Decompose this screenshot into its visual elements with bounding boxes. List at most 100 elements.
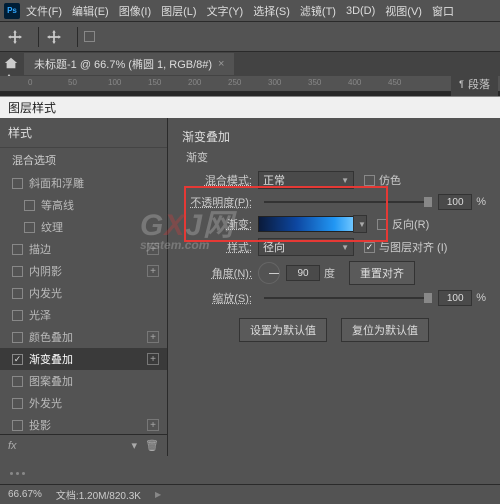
gradient-label: 渐变: [182, 216, 252, 232]
style-checkbox[interactable] [12, 288, 23, 299]
opacity-label: 不透明度(P): [182, 194, 252, 210]
style-checkbox[interactable] [12, 376, 23, 387]
style-item-label: 内阴影 [29, 263, 62, 279]
style-item-label: 纹理 [41, 219, 63, 235]
style-checkbox[interactable] [12, 332, 23, 343]
menu-edit[interactable]: 编辑(E) [72, 3, 109, 19]
style-item-1[interactable]: 等高线 [0, 194, 167, 216]
style-item-7[interactable]: 颜色叠加 + [0, 326, 167, 348]
style-checkbox[interactable] [12, 310, 23, 321]
menu-image[interactable]: 图像(I) [119, 3, 151, 19]
menu-file[interactable]: 文件(F) [26, 3, 62, 19]
align-checkbox[interactable]: ✓ [364, 242, 375, 253]
style-item-label: 等高线 [41, 197, 74, 213]
gradient-overlay-options: 渐变叠加 渐变 混合模式: 正常▼ 仿色 不透明度(P): % 渐变: ▼ 反 [168, 118, 500, 456]
style-checkbox[interactable] [12, 420, 23, 431]
reset-default-button[interactable]: 复位为默认值 [341, 318, 429, 342]
angle-dial[interactable] [258, 262, 280, 284]
auto-select-checkbox[interactable] [84, 31, 95, 42]
fx-menu-icon[interactable]: ▾ [132, 439, 138, 452]
menu-filter[interactable]: 滤镜(T) [300, 3, 336, 19]
blend-mode-dropdown[interactable]: 正常▼ [258, 171, 354, 189]
menu-layer[interactable]: 图层(L) [161, 3, 196, 19]
separator [77, 27, 78, 47]
trash-icon[interactable]: 🗑 [145, 439, 159, 452]
style-item-label: 颜色叠加 [29, 329, 73, 345]
scale-slider[interactable] [264, 291, 432, 305]
style-item-4[interactable]: 内阴影 + [0, 260, 167, 282]
style-item-label: 投影 [29, 417, 51, 433]
move-tool-icon[interactable] [6, 28, 24, 46]
add-effect-icon[interactable]: + [147, 353, 159, 365]
menu-view[interactable]: 视图(V) [385, 3, 422, 19]
reverse-checkbox[interactable] [377, 219, 388, 230]
menu-3d[interactable]: 3D(D) [346, 5, 375, 17]
home-icon[interactable] [4, 56, 20, 72]
status-zoom[interactable]: 66.67% [8, 489, 42, 500]
style-checkbox[interactable] [12, 178, 23, 189]
subsection-title: 渐变 [186, 149, 486, 165]
style-checkbox[interactable] [24, 222, 35, 233]
add-effect-icon[interactable]: + [147, 243, 159, 255]
document-tab[interactable]: 未标题-1 @ 66.7% (椭圆 1, RGB/8#) × [24, 53, 234, 75]
style-checkbox[interactable] [12, 244, 23, 255]
add-effect-icon[interactable]: + [147, 331, 159, 343]
styles-list: 斜面和浮雕等高线纹理描边+内阴影+内发光光泽颜色叠加+✓渐变叠加+图案叠加外发光… [0, 172, 167, 434]
style-item-label: 描边 [29, 241, 51, 257]
move-option-icon[interactable] [45, 28, 63, 46]
styles-header: 样式 [0, 118, 167, 148]
gradient-preview[interactable] [258, 216, 354, 232]
style-checkbox[interactable] [24, 200, 35, 211]
paragraph-panel-tab[interactable]: ¶ 段落 [451, 72, 498, 96]
angle-unit: 度 [324, 265, 335, 281]
add-effect-icon[interactable]: + [147, 265, 159, 277]
style-dropdown[interactable]: 径向▼ [258, 238, 354, 256]
style-checkbox[interactable] [12, 266, 23, 277]
fx-icon[interactable]: fx [8, 440, 17, 452]
style-item-8[interactable]: ✓渐变叠加+ [0, 348, 167, 370]
opacity-slider[interactable] [264, 195, 432, 209]
scale-input[interactable] [438, 290, 472, 306]
menubar: Ps 文件(F) 编辑(E) 图像(I) 图层(L) 文字(Y) 选择(S) 滤… [0, 0, 500, 22]
dither-label: 仿色 [379, 172, 401, 188]
style-item-5[interactable]: 内发光 [0, 282, 167, 304]
reverse-label: 反向(R) [392, 216, 429, 232]
style-item-label: 斜面和浮雕 [29, 175, 84, 191]
style-item-label: 光泽 [29, 307, 51, 323]
opacity-input[interactable] [438, 194, 472, 210]
layer-style-dialog: 样式 混合选项 斜面和浮雕等高线纹理描边+内阴影+内发光光泽颜色叠加+✓渐变叠加… [0, 118, 500, 456]
style-item-6[interactable]: 光泽 [0, 304, 167, 326]
style-checkbox[interactable]: ✓ [12, 354, 23, 365]
dither-checkbox[interactable] [364, 175, 375, 186]
style-checkbox[interactable] [12, 398, 23, 409]
gradient-dropdown-arrow[interactable]: ▼ [353, 215, 367, 233]
document-tabbar: 未标题-1 @ 66.7% (椭圆 1, RGB/8#) × [0, 52, 500, 76]
align-label: 与图层对齐 (I) [379, 239, 447, 255]
set-default-button[interactable]: 设置为默认值 [239, 318, 327, 342]
angle-label: 角度(N): [182, 265, 252, 281]
style-item-2[interactable]: 纹理 [0, 216, 167, 238]
styles-footer: fx ▾ 🗑 [0, 434, 167, 456]
status-bar: 66.67% 文档:1.20M/820.3K ▶ [0, 484, 500, 504]
menu-window[interactable]: 窗口 [432, 3, 454, 19]
layer-style-dialog-title: 图层样式 [0, 96, 500, 118]
style-item-3[interactable]: 描边 + [0, 238, 167, 260]
separator [38, 27, 39, 47]
add-effect-icon[interactable]: + [147, 419, 159, 431]
style-item-0[interactable]: 斜面和浮雕 [0, 172, 167, 194]
style-item-label: 外发光 [29, 395, 62, 411]
style-item-9[interactable]: 图案叠加 [0, 370, 167, 392]
reset-align-button[interactable]: 重置对齐 [349, 261, 415, 285]
style-item-10[interactable]: 外发光 [0, 392, 167, 414]
options-toolbar [0, 22, 500, 52]
blend-mode-label: 混合模式: [182, 172, 252, 188]
angle-input[interactable] [286, 265, 320, 281]
close-tab-icon[interactable]: × [218, 58, 224, 70]
style-item-11[interactable]: 投影 + [0, 414, 167, 434]
styles-column: 样式 混合选项 斜面和浮雕等高线纹理描边+内阴影+内发光光泽颜色叠加+✓渐变叠加… [0, 118, 168, 456]
menu-type[interactable]: 文字(Y) [207, 3, 244, 19]
scale-label: 缩放(S): [182, 290, 252, 306]
menu-select[interactable]: 选择(S) [253, 3, 290, 19]
style-label: 样式: [182, 239, 252, 255]
blending-options[interactable]: 混合选项 [0, 148, 167, 172]
